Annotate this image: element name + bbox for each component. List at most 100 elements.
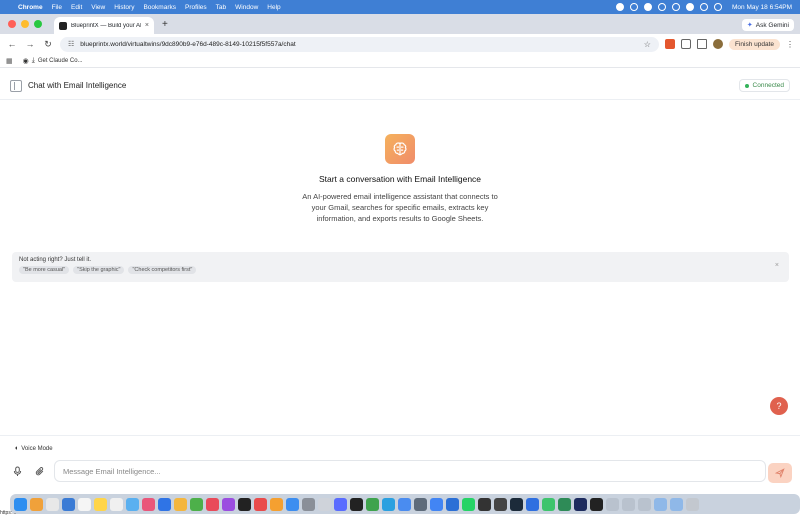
minimize-window-button[interactable] [21,20,29,28]
status-app-icon[interactable] [658,3,667,11]
search-icon[interactable] [700,3,709,11]
tv-icon[interactable] [238,497,251,511]
zoom-icon[interactable] [158,497,171,511]
status-app-icon[interactable] [616,3,625,11]
settings-icon[interactable] [302,497,315,511]
gemini-spark-icon: ✦ [746,22,753,29]
pages-icon[interactable] [174,497,187,511]
apps-grid-icon[interactable]: ▦ [6,57,13,65]
voice-mode-toggle[interactable]: ◖ Voice Mode [14,445,53,452]
menu-help[interactable]: Help [267,4,280,11]
figma-icon[interactable] [334,497,347,511]
wifi-icon[interactable] [686,3,695,11]
suggestion-chip[interactable]: "Be more casual" [19,266,70,274]
suggestion-chip[interactable]: "Check competitors first" [128,266,197,274]
whatsapp-icon[interactable] [462,497,475,511]
trash-icon[interactable] [686,497,699,511]
numbers-icon[interactable] [190,497,203,511]
chrome-icon[interactable] [430,497,443,511]
new-tab-button[interactable]: + [154,19,176,34]
browser-tab[interactable]: BlueprintX — Build your AI d × [54,17,154,34]
zoom-window-button[interactable] [34,20,42,28]
battery-icon[interactable] [672,3,681,11]
mail-icon[interactable] [62,497,75,511]
status-app-icon[interactable] [644,3,653,11]
app-icon[interactable] [558,497,571,511]
macos-dock [10,494,800,514]
message-input[interactable] [54,460,766,482]
evernote-icon[interactable] [366,497,379,511]
app-icon[interactable] [590,497,603,511]
menu-bookmarks[interactable]: Bookmarks [143,4,176,11]
menu-tab[interactable]: Tab [216,4,226,11]
finish-update-button[interactable]: Finish update [728,38,780,50]
reminders-icon[interactable] [110,497,123,511]
forward-arrow-icon[interactable]: → [24,39,36,49]
finder-icon[interactable] [14,497,27,511]
tab-close-icon[interactable]: × [145,22,149,29]
paperclip-icon[interactable] [35,466,45,479]
extensions-puzzle-icon[interactable] [680,39,691,49]
menu-chrome[interactable]: Chrome [18,4,43,11]
folder-icon[interactable] [670,497,683,511]
openai-icon[interactable] [494,497,507,511]
music-icon[interactable] [206,497,219,511]
outlook-icon[interactable] [446,497,459,511]
menu-file[interactable]: File [52,4,62,11]
books-icon[interactable] [270,497,283,511]
blueprintx-favicon-icon [59,21,67,30]
terminal-icon[interactable] [350,497,363,511]
maps-icon[interactable] [126,497,139,511]
suggestion-chip[interactable]: "Skip the graphic" [73,266,125,274]
photoshop-icon[interactable] [574,497,587,511]
sidebar-toggle-icon[interactable] [10,79,22,92]
bookmark-star-icon[interactable]: ☆ [644,40,651,49]
help-button[interactable]: ? [770,397,788,415]
telegram-icon[interactable] [382,497,395,511]
stickies-icon[interactable] [94,497,107,511]
chatgpt-icon[interactable] [478,497,491,511]
launchpad-icon[interactable] [30,497,43,511]
control-center-icon[interactable] [714,3,723,11]
calendar-icon[interactable] [46,497,59,511]
menu-edit[interactable]: Edit [71,4,82,11]
gmail-extension-icon[interactable] [664,39,675,49]
voice-mode-label: Voice Mode [21,445,53,452]
menubar-clock[interactable]: Mon May 18 6:54PM [732,4,792,11]
podcasts-icon[interactable] [222,497,235,511]
app-icon[interactable] [510,497,523,511]
profile-avatar[interactable] [712,39,723,49]
app-icon[interactable] [638,497,651,511]
close-window-button[interactable] [8,20,16,28]
firefox-icon[interactable] [398,497,411,511]
reload-icon[interactable]: ↻ [42,39,54,50]
notes-icon[interactable] [78,497,91,511]
page-title: Chat with Email Intelligence [28,81,127,90]
side-panel-icon[interactable] [696,39,707,49]
app-icon[interactable] [606,497,619,511]
send-icon[interactable] [768,463,792,483]
ask-gemini-button[interactable]: ✦ Ask Gemini [741,19,794,31]
app-icon[interactable] [622,497,635,511]
back-arrow-icon[interactable]: ← [6,39,18,49]
empty-state-description: An AI-powered email intelligence assista… [302,192,498,223]
site-info-icon[interactable]: ☷ [68,40,74,48]
mic-icon[interactable] [13,466,22,479]
close-icon[interactable]: × [775,262,779,269]
menu-view[interactable]: View [91,4,105,11]
preview-icon[interactable] [318,497,331,511]
address-bar[interactable]: ☷ blueprintx.world/virtualtwins/9dc890b9… [60,36,659,52]
menu-profiles[interactable]: Profiles [185,4,207,11]
news-icon[interactable] [254,497,267,511]
folder-icon[interactable] [654,497,667,511]
messages-icon[interactable] [542,497,555,511]
menu-window[interactable]: Window [235,4,258,11]
app-icon[interactable] [414,497,427,511]
status-app-icon[interactable] [630,3,639,11]
app-store-icon[interactable] [286,497,299,511]
app-icon[interactable] [526,497,539,511]
menu-history[interactable]: History [114,4,134,11]
photos-icon[interactable] [142,497,155,511]
bookmark-item[interactable]: ◉ ⤓ Get Claude Co... [23,57,83,65]
more-menu-icon[interactable]: ⋮ [786,40,794,49]
